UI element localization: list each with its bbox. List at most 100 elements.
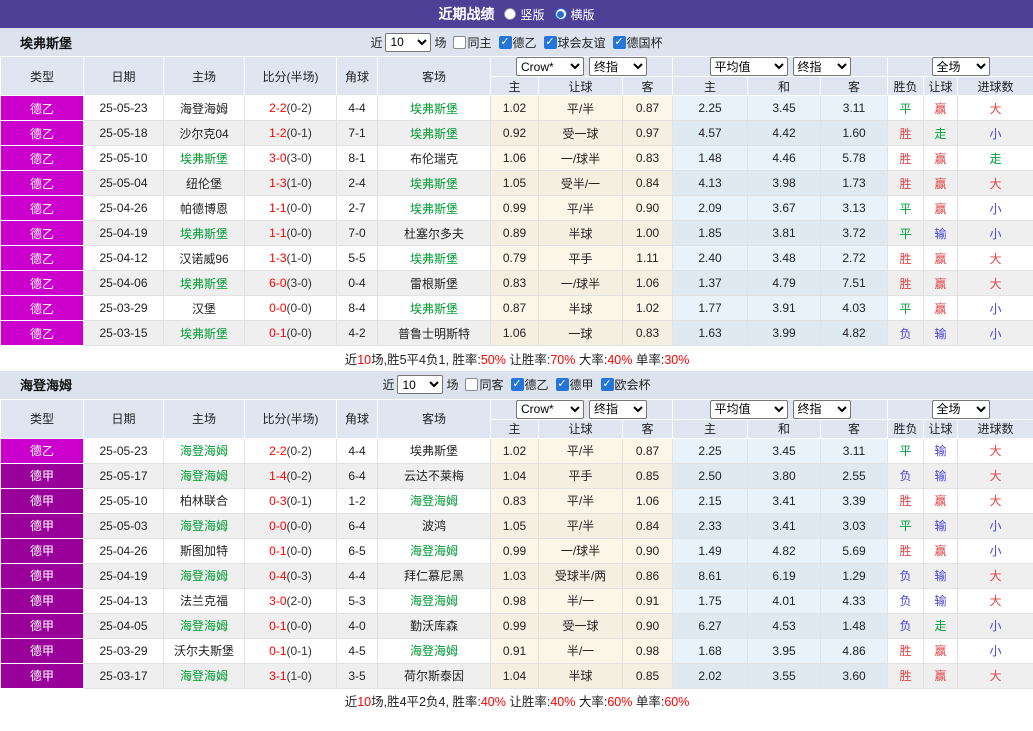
home-team: 海登海姆 <box>163 512 245 539</box>
checkbox-checked-icon[interactable] <box>600 378 614 391</box>
crow-away-odds: 0.83 <box>622 145 673 171</box>
away-team: 海登海姆 <box>377 637 491 664</box>
summary-text: 近10场,胜4平2负4, 胜率:40% 让胜率:40% 大率:60% 单率:60… <box>0 687 1033 713</box>
avg-home-odds: 2.40 <box>672 245 748 271</box>
sub-column-header: 客 <box>622 76 673 96</box>
match-date: 25-04-06 <box>83 270 164 296</box>
avg-draw-odds: 3.99 <box>747 320 821 346</box>
match-date: 25-05-23 <box>83 95 164 121</box>
result-handicap: 赢 <box>923 487 959 514</box>
radio-checked-icon[interactable] <box>554 8 567 20</box>
fulltime-score: 6-0 <box>269 276 287 290</box>
summary-segment: 40% <box>550 695 576 710</box>
team-section-1: 海登海姆近10场同客德乙德甲欧会杯类型日期主场比分(半场)角球客场Crow*终指… <box>0 370 1033 713</box>
odds-source-select[interactable]: 全场 <box>931 57 990 76</box>
avg-home-odds: 1.37 <box>672 270 748 296</box>
result-handicap: 输 <box>923 462 959 489</box>
league-checkbox-0[interactable]: 德乙 <box>495 34 537 51</box>
away-team: 云达不莱梅 <box>377 462 491 489</box>
match-row: 德甲 25-04-26 斯图加特 0-1(0-0) 6-5 海登海姆 0.99 一/球半 0.9… <box>0 537 1033 564</box>
checkbox-checked-icon[interactable] <box>555 378 569 391</box>
odds-source-select[interactable]: 终指 <box>792 399 851 419</box>
summary-segment: 70% <box>550 352 576 367</box>
match-date: 25-04-26 <box>83 195 164 221</box>
corner-count: 5-5 <box>336 245 378 271</box>
crow-home-odds: 1.04 <box>490 462 539 489</box>
odds-source-select[interactable]: 终指 <box>792 57 851 76</box>
radio-unchecked-icon[interactable] <box>504 8 517 20</box>
summary-segment: 近 <box>344 352 358 367</box>
home-team-name: 法兰克福 <box>179 594 228 608</box>
avg-home-odds: 1.48 <box>672 145 748 171</box>
home-team-name: 帕德博恩 <box>179 201 228 216</box>
odds-source-select[interactable]: 终指 <box>589 57 647 76</box>
checkbox-unchecked-icon[interactable] <box>453 35 467 49</box>
odds-source-select[interactable]: 全场 <box>931 399 990 419</box>
crow-handicap: 半球 <box>538 662 623 689</box>
odds-source-select[interactable]: Crow* <box>516 399 584 419</box>
odds-source-select[interactable]: 终指 <box>589 399 647 419</box>
same-venue-checkbox[interactable]: 同主 <box>449 34 492 51</box>
league-checkbox-1-label: 球会友谊 <box>557 35 606 50</box>
summary-segment: 单率: <box>632 695 665 710</box>
league-checkbox-2[interactable]: 欧会杯 <box>597 376 651 393</box>
league-checkbox-0[interactable]: 德乙 <box>507 376 549 393</box>
score-cell: 2-2(0-2) <box>244 95 337 121</box>
avg-away-odds: 3.60 <box>819 662 889 689</box>
odds-source-select[interactable]: 平均值 <box>709 399 788 419</box>
away-team: 海登海姆 <box>377 537 491 564</box>
match-count-select[interactable]: 10 <box>385 32 432 52</box>
crow-home-odds: 1.06 <box>490 145 539 171</box>
away-team: 勤沃库森 <box>377 612 491 639</box>
league-checkbox-1[interactable]: 球会友谊 <box>540 34 606 51</box>
avg-away-odds: 7.51 <box>819 270 889 296</box>
away-team-name: 埃弗斯堡 <box>409 251 458 266</box>
layout-vertical-option[interactable]: 竖版 <box>504 6 545 23</box>
same-venue-checkbox[interactable]: 同客 <box>461 376 504 393</box>
odds-source-select[interactable]: 平均值 <box>709 57 788 76</box>
result-handicap: 赢 <box>923 245 959 271</box>
crow-handicap: 平/半 <box>538 195 623 221</box>
odds-select-group: Crow* 终指 <box>491 57 672 76</box>
checkbox-checked-icon[interactable] <box>612 35 626 49</box>
crow-home-odds: 1.05 <box>490 170 539 196</box>
sub-column-header: 让球 <box>923 76 959 96</box>
checkbox-checked-icon[interactable] <box>543 35 557 49</box>
halftime-score: (3-0) <box>286 151 312 165</box>
score-cell: 3-0(2-0) <box>244 587 337 614</box>
result-handicap: 走 <box>923 612 959 639</box>
away-team: 埃弗斯堡 <box>377 437 491 464</box>
result-outcome: 平 <box>887 220 925 246</box>
summary-segment: 60% <box>607 695 633 710</box>
league-checkbox-1[interactable]: 德甲 <box>552 376 594 393</box>
home-team: 海登海姆 <box>163 462 245 489</box>
away-team-name: 布伦瑞克 <box>409 151 458 166</box>
avg-draw-odds: 3.48 <box>747 245 821 271</box>
result-goals: 大 <box>957 487 1033 514</box>
column-header: 客场 <box>377 56 491 96</box>
result-goals: 大 <box>957 270 1033 296</box>
checkbox-checked-icon[interactable] <box>510 378 524 391</box>
score-cell: 0-1(0-0) <box>244 537 337 564</box>
corner-count: 5-3 <box>336 587 378 614</box>
home-team-name: 海登海姆 <box>179 669 228 683</box>
result-handicap: 输 <box>923 220 959 246</box>
avg-draw-odds: 3.80 <box>747 462 821 489</box>
odds-source-select[interactable]: Crow* <box>516 57 584 76</box>
odds-group-header: Crow* 终指 <box>490 398 673 420</box>
result-handicap: 赢 <box>923 637 959 664</box>
checkbox-checked-icon[interactable] <box>498 35 512 49</box>
fulltime-score: 1-4 <box>269 468 287 483</box>
avg-home-odds: 2.09 <box>672 195 748 221</box>
away-team-name: 埃弗斯堡 <box>409 301 458 316</box>
away-team-name: 拜仁慕尼黑 <box>403 569 464 583</box>
fulltime-score: 1-1 <box>269 201 287 215</box>
result-handicap: 赢 <box>923 537 959 564</box>
league-checkbox-2[interactable]: 德国杯 <box>609 34 663 51</box>
match-count-select[interactable]: 10 <box>397 375 444 394</box>
home-team: 纽伦堡 <box>163 170 245 196</box>
layout-horizontal-option[interactable]: 横版 <box>554 6 595 23</box>
home-team-name: 海登海姆 <box>179 469 228 483</box>
checkbox-unchecked-icon[interactable] <box>465 378 479 391</box>
sub-column-header: 进球数 <box>957 76 1033 96</box>
